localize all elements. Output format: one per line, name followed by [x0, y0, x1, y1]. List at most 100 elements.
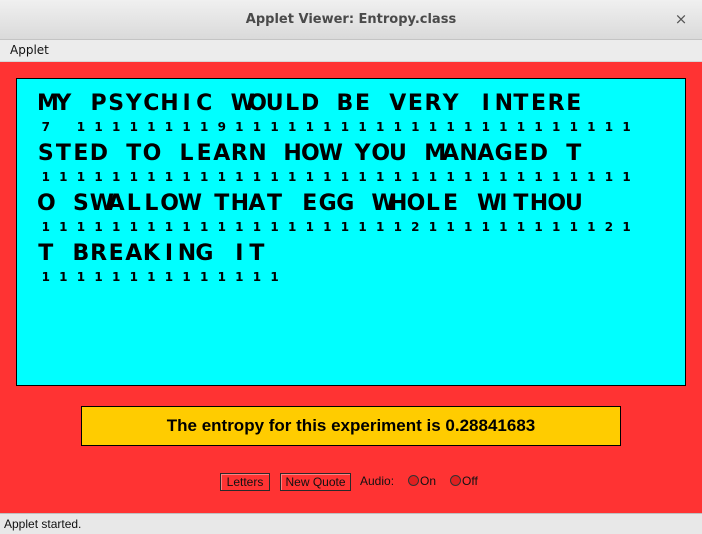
char-count: 1 — [199, 120, 209, 134]
char-count: 1 — [182, 220, 191, 234]
status-text: Applet started. — [4, 517, 82, 531]
char-count: 1 — [446, 170, 455, 184]
quote-char: L — [425, 191, 440, 216]
char-count: 1 — [446, 220, 455, 234]
char-count: 1 — [323, 120, 332, 134]
char-count: 1 — [129, 170, 138, 184]
quote-char: E — [108, 241, 124, 266]
audio-on-label: On — [420, 474, 437, 488]
quote-char: K — [142, 241, 160, 266]
char-count: 1 — [76, 220, 86, 234]
char-count: 2 — [604, 220, 614, 234]
quote-char: H — [230, 191, 250, 216]
quote-char: O — [406, 191, 426, 216]
char-count: 1 — [604, 120, 614, 134]
quote-char: R — [547, 91, 565, 116]
quote-char: A — [107, 191, 125, 216]
char-count: 1 — [446, 120, 455, 134]
char-count: 1 — [94, 270, 103, 284]
char-count: 1 — [323, 170, 332, 184]
char-count: 1 — [235, 220, 244, 234]
char-count: 1 — [252, 270, 262, 284]
quote-char: T — [55, 141, 71, 166]
char-count: 1 — [270, 120, 279, 134]
char-count: 1 — [111, 220, 121, 234]
applet-area: MY PSYCHIC WOULD BE VERY INTERE711111111… — [0, 62, 702, 513]
char-count: 1 — [94, 120, 103, 134]
char-count: 1 — [305, 170, 314, 184]
char-count: 1 — [76, 170, 86, 184]
quote-char: T — [513, 191, 529, 216]
char-count: 1 — [587, 120, 596, 134]
quote-char: G — [494, 141, 513, 166]
audio-on-radio[interactable]: On — [408, 474, 436, 488]
quote-char: W — [318, 141, 343, 166]
quote-char: A — [248, 191, 266, 216]
char-count: 1 — [516, 170, 526, 184]
quote-char: H — [389, 191, 408, 216]
char-count: 1 — [499, 220, 508, 234]
quote-char: I — [164, 241, 174, 266]
quote-char: M — [37, 91, 59, 116]
char-count: 1 — [375, 220, 385, 234]
char-count: 1 — [59, 220, 68, 234]
quote-char: B — [72, 241, 90, 266]
quote-char: O — [142, 141, 162, 166]
quote-char: T — [249, 241, 265, 266]
char-count: 1 — [147, 270, 156, 284]
quote-char: W — [177, 191, 203, 216]
quote-char: W — [89, 191, 115, 216]
char-count: 1 — [569, 120, 578, 134]
char-count: 1 — [534, 170, 543, 184]
char-count: 1 — [622, 120, 631, 134]
quote-char: I — [235, 241, 244, 266]
quote-char: E — [196, 141, 212, 166]
char-count: 1 — [340, 220, 350, 234]
close-button[interactable]: × — [672, 10, 690, 28]
char-count: 1 — [622, 170, 631, 184]
char-count: 1 — [270, 170, 279, 184]
char-count: 1 — [217, 220, 226, 234]
quote-char: C — [143, 91, 160, 116]
char-count: 1 — [375, 120, 385, 134]
new-quote-button[interactable]: New Quote — [280, 473, 351, 491]
char-count: 1 — [41, 220, 50, 234]
quote-char: E — [531, 91, 547, 116]
quote-char: R — [90, 241, 108, 266]
quote-char: E — [566, 91, 582, 116]
entropy-display: The entropy for this experiment is 0.288… — [81, 406, 621, 446]
quote-char: E — [407, 91, 423, 116]
quote-char: E — [355, 91, 371, 116]
char-count: 1 — [217, 170, 226, 184]
char-count: 1 — [129, 220, 138, 234]
char-count: 1 — [411, 170, 420, 184]
quote-char: E — [513, 141, 529, 166]
char-count: 1 — [182, 170, 191, 184]
char-count: 1 — [569, 220, 578, 234]
char-count: 1 — [147, 170, 156, 184]
quote-char: D — [89, 141, 109, 166]
quote-char: D — [301, 91, 320, 116]
char-count: 1 — [147, 120, 156, 134]
char-count: 1 — [481, 220, 490, 234]
quote-char: Y — [442, 91, 459, 116]
char-count: 1 — [41, 170, 50, 184]
char-count: 1 — [428, 220, 438, 234]
audio-off-radio[interactable]: Off — [450, 474, 478, 488]
char-count: 1 — [235, 120, 244, 134]
char-count: 1 — [129, 270, 138, 284]
char-count: 1 — [622, 220, 631, 234]
quote-char: I — [499, 191, 508, 216]
menu-applet[interactable]: Applet — [10, 43, 49, 57]
menu-bar: Applet — [0, 40, 702, 62]
quote-char: L — [144, 191, 159, 216]
quote-char: T — [566, 141, 582, 166]
quote-char: E — [443, 191, 459, 216]
char-count: 2 — [411, 220, 420, 234]
quote-char: U — [389, 141, 407, 166]
char-count: 1 — [111, 170, 121, 184]
letters-button[interactable]: Letters — [220, 473, 270, 491]
quote-char: O — [37, 191, 56, 216]
quote-char: V — [389, 91, 407, 116]
quote-char: L — [285, 91, 300, 116]
